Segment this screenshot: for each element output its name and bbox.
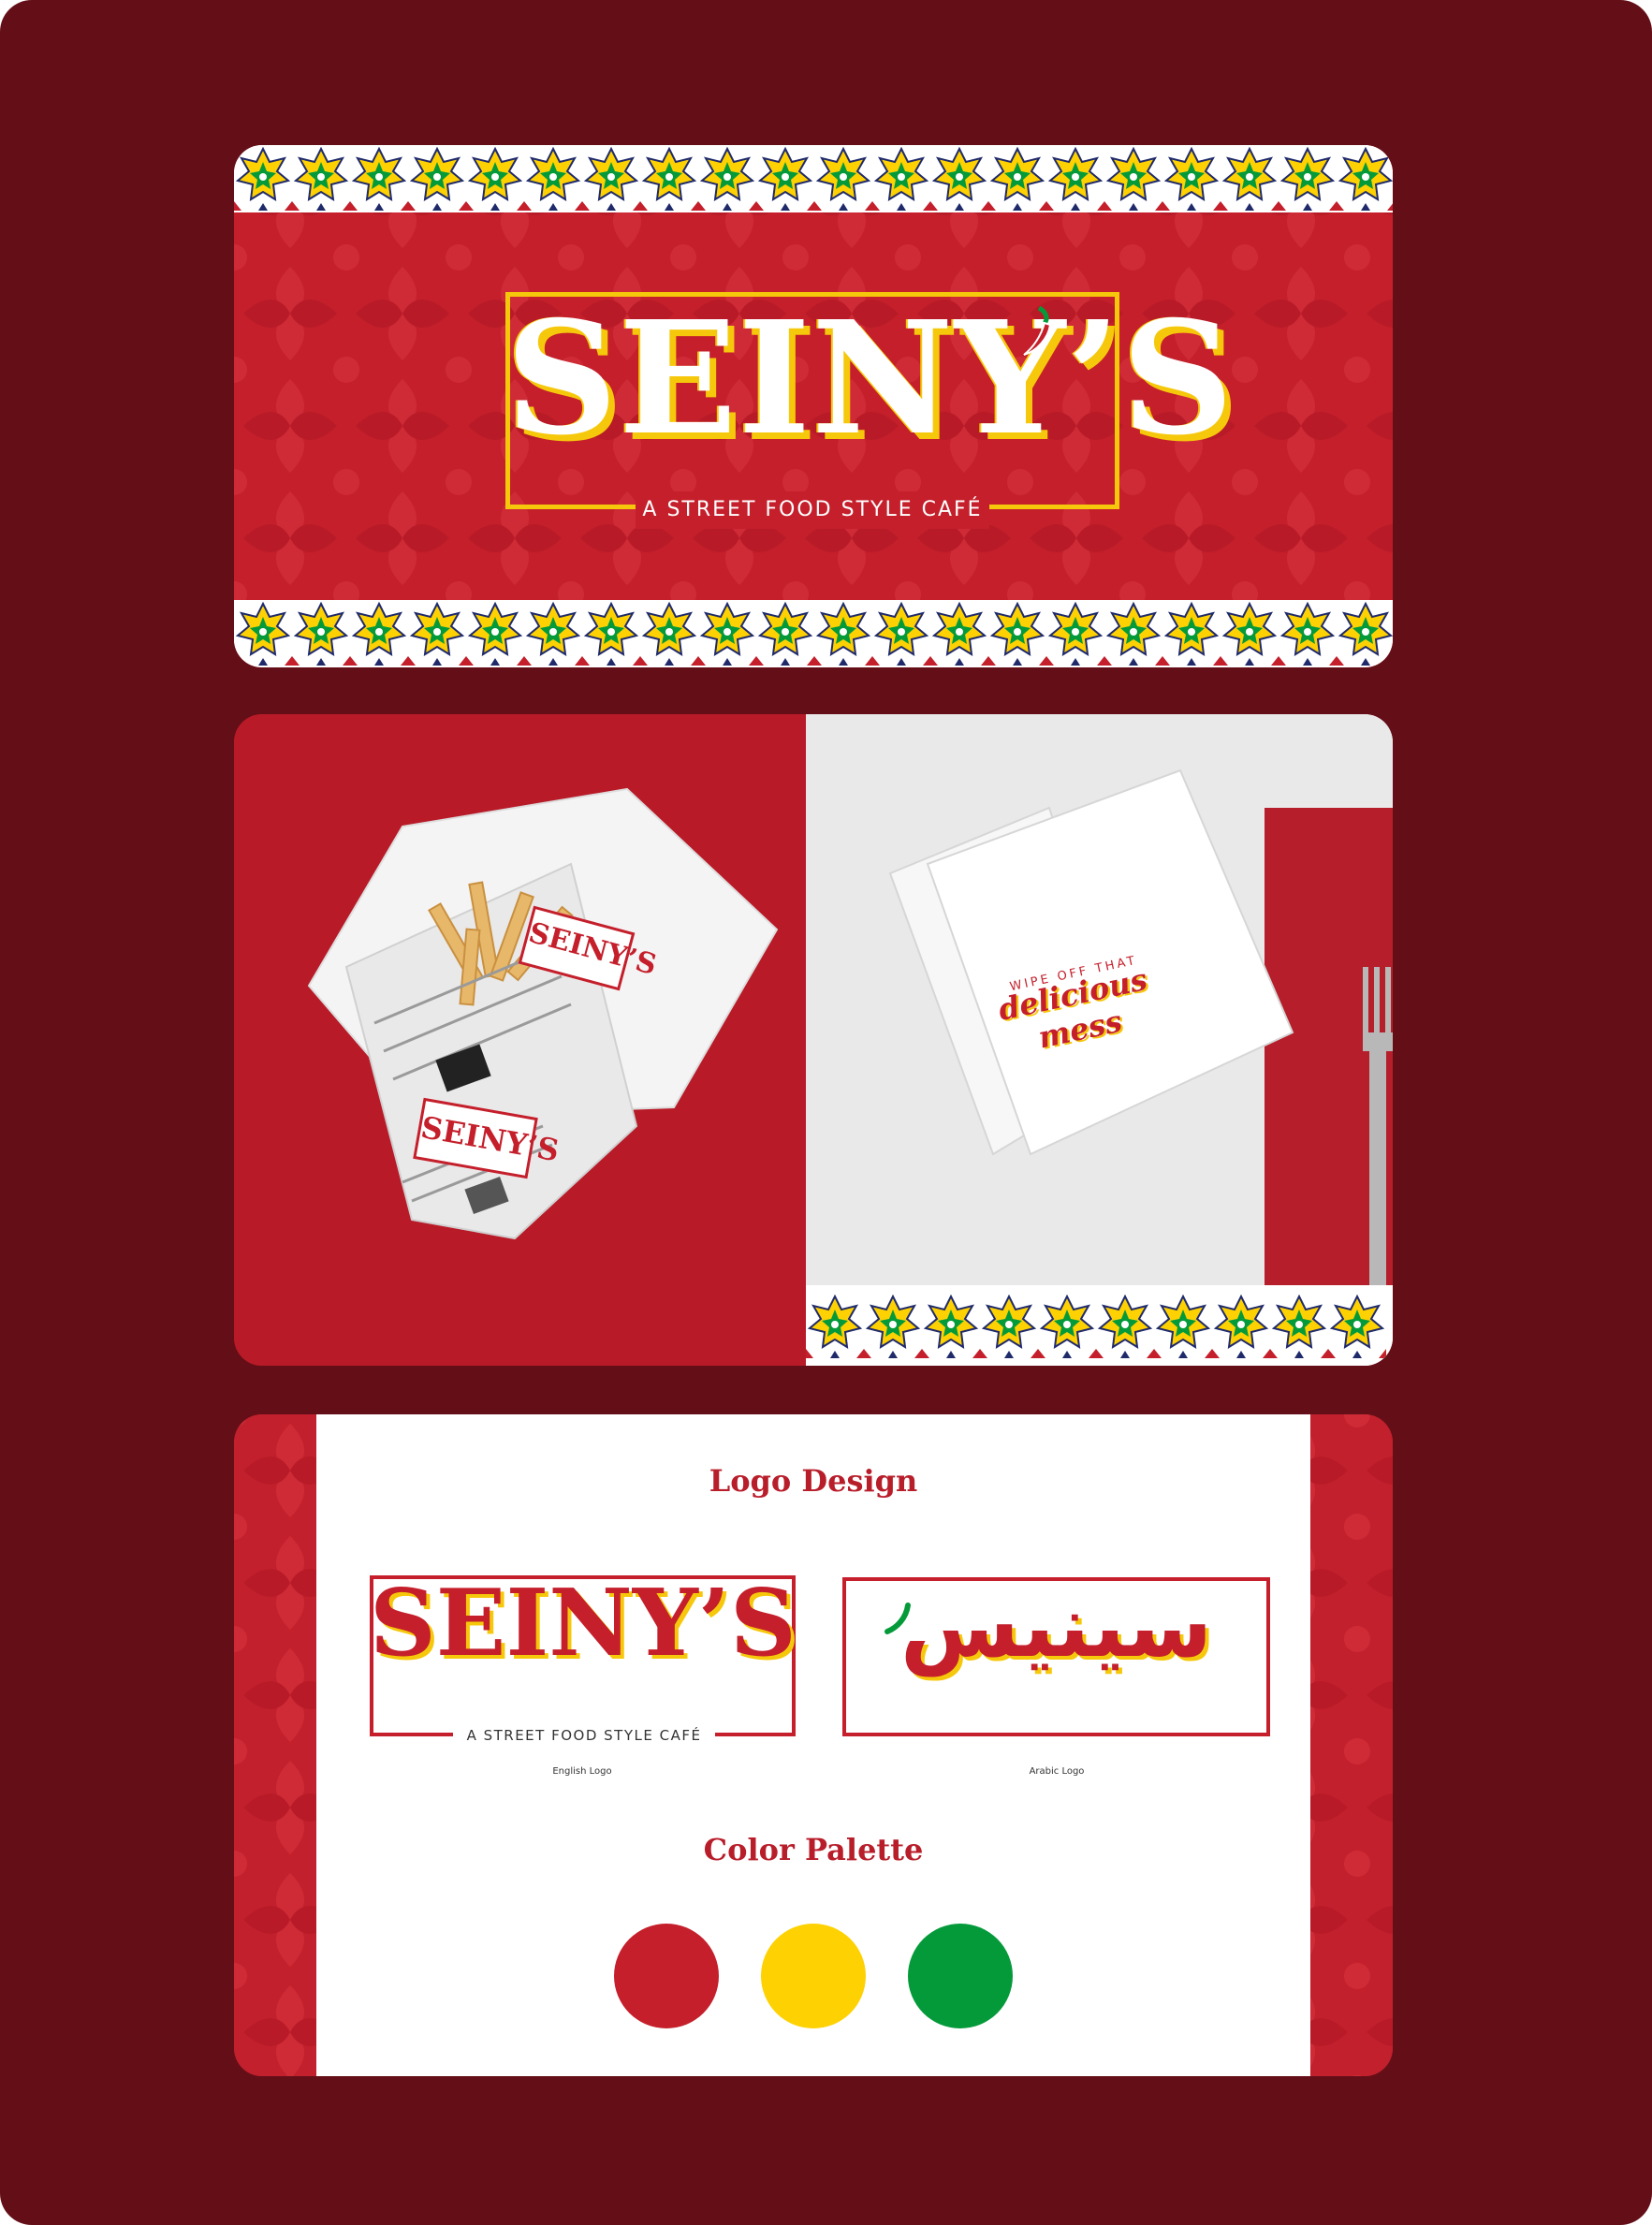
- arabic-logo-chili-icon: [884, 1603, 911, 1634]
- fries-mockup-photo: SEINY’S SEINY’S: [234, 714, 806, 1366]
- arabic-logo-caption: Arabic Logo: [1029, 1766, 1085, 1777]
- palette-swatch-yellow: [761, 1924, 866, 2028]
- portfolio-page: SEINY’S A STREET FOOD STYLE CAFÉ SEINY’S…: [0, 0, 1652, 2225]
- hero-tagline: A STREET FOOD STYLE CAFÉ: [642, 498, 983, 521]
- fries-mockup-illustration: [307, 787, 779, 1240]
- color-palette-title: Color Palette: [703, 1832, 924, 1867]
- chili-icon: [1023, 305, 1052, 356]
- palette-swatch-red: [614, 1924, 719, 2028]
- hero-banner: SEINY’S A STREET FOOD STYLE CAFÉ: [234, 145, 1393, 667]
- mockup-card: SEINY’S SEINY’S WIPE OFF THAT delicious …: [234, 714, 1393, 1366]
- palette-swatch-green: [908, 1924, 1013, 2028]
- english-logo-tagline: A STREET FOOD STYLE CAFÉ: [466, 1727, 702, 1744]
- brand-guide-card: Logo Design SEINY’S A STREET FOOD STYLE …: [234, 1414, 1393, 2076]
- english-logo-wordmark: SEINY’S: [370, 1570, 797, 1677]
- logo-design-title: Logo Design: [709, 1463, 918, 1499]
- english-logo-caption: English Logo: [552, 1766, 612, 1777]
